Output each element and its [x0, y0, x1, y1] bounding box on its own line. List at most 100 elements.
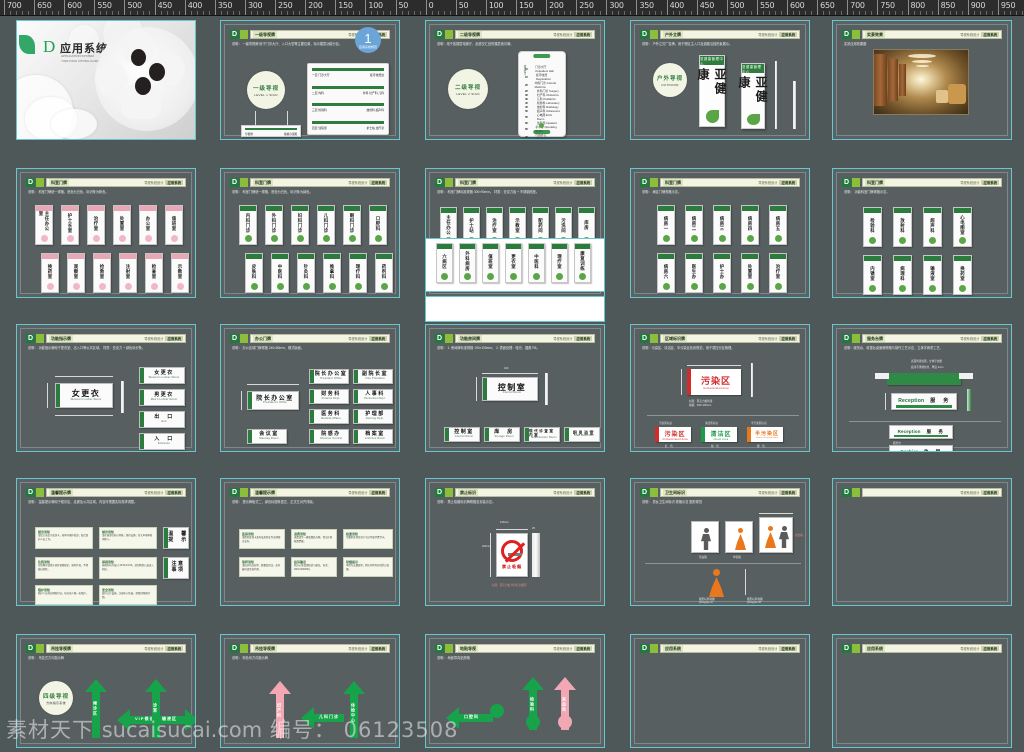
artboard-prohibition-sign[interactable]: D 禁止标识 导视系统设计 应用系统 说明： 禁止吸烟标识牌规格及安装示意。 1… — [425, 478, 605, 606]
artboard-level1-sign[interactable]: D 一级导视牌 导视系统设计 应用系统 说明： 一级导视牌 用于门诊大厅、入口大… — [220, 20, 400, 140]
level1-panel-row: 四层 住院部 护士站 治疗室 — [312, 120, 384, 130]
notice-body: 探视时间为每日 15:00-19:00，请勿携带儿童进入病区。 — [102, 564, 154, 571]
artboard-door-signs-green-b[interactable]: D 科室门牌 导视系统设计 应用系统 说明： 病区门牌规格示意。 病房一 病房二… — [630, 168, 810, 298]
brand-mark-icon — [445, 488, 453, 497]
page-meta-a: 导视系统设计 — [144, 181, 164, 185]
horizontal-ruler[interactable]: 700 650 600 550 500 450 400 350 300 250 200 150 100 5… — [0, 0, 1024, 16]
page-header: D 温馨提示牌 导视系统设计 应用系统 — [230, 487, 390, 498]
brand-logo: D — [26, 488, 35, 497]
door-sign: 处置室 — [113, 205, 131, 245]
artboard-door-signs-green-a[interactable]: D 科室门牌 导视系统设计 应用系统 说明： 科室门牌统一规格，底色为白色，标识… — [220, 168, 400, 298]
level1-panel-row: 一层 门诊大厅 挂号收费处 — [312, 68, 384, 77]
ruler-tick — [455, 0, 457, 15]
artboard-restroom-signs[interactable]: D 卫生间标识 导视系统设计 应用系统 说明： 男女卫生间标识 规格示意 图形规… — [630, 478, 810, 606]
artboard-reception-signs[interactable]: D 服务台牌 导视系统设计 应用系统 说明：服务台、收银台桌面牌规格与制作工艺示… — [832, 324, 1012, 452]
door-sign-label: 抢救室 — [100, 263, 105, 279]
zone-label-en: Semi-contaminated — [755, 437, 779, 439]
artboard-blank-r5c4[interactable]: D 应用系统 导视系统设计 应用系统 — [630, 634, 810, 748]
ruler-tick-label: 700 — [7, 1, 22, 10]
ruler-tick-label: 0 — [428, 1, 434, 10]
artboard-blank-r5c5[interactable]: D 应用系统 导视系统设计 应用系统 — [832, 634, 1012, 748]
artboard-arrows-a[interactable]: D 吊挂导视牌 导视系统设计 应用系统 说明： 吊挂式方向指示牌 四级导视 方向… — [16, 634, 196, 748]
page-meta-a: 导视系统设计 — [553, 491, 573, 495]
level1-panel-row: 三层 检验科 放射科 超声科 — [312, 103, 384, 112]
chapter-number-badge: 1 应用系统规范 — [355, 27, 381, 53]
brand-mark-icon — [240, 644, 248, 653]
page-meta-b: 应用系统 — [369, 490, 387, 495]
chapter-circle-cn: 一级导视 — [252, 85, 279, 92]
directory-row: 1F 门诊大厅 Outpatient Hall — [525, 65, 560, 73]
door-sign-label: 药剂科 — [382, 263, 387, 279]
brand-mark-icon — [650, 488, 658, 497]
artboard-cover[interactable]: D 应用系统 APPLICATION SYSTEM YINGYONG XITON… — [16, 20, 196, 140]
artboard-zone-signs[interactable]: D 区域标识牌 导视系统设计 应用系统 说明：污染区、清洁区、半污染区色彩规范，… — [630, 324, 810, 452]
page-note: 说明： 功能指示牌用于更衣室、出入口等公共区域。 材质：亚克力 + 绿色标识条。 — [28, 346, 145, 350]
cover-title-en-2: YINGYONG XITONG GUIFAN — [61, 58, 102, 63]
notice-body: 事项 — [171, 567, 185, 573]
door-sign-label: 换药室 — [960, 265, 966, 281]
artboard-arrows-c[interactable]: D 地贴导视 导视系统设计 应用系统 说明： 地面导向贴规格 口腔科 检验科 采… — [425, 634, 605, 748]
door-sign-label: 检查室 — [152, 263, 157, 279]
ruler-tick-label: 550 — [97, 1, 112, 10]
arrow-label: 口腔科 — [464, 714, 479, 719]
page-meta-b: 应用系统 — [165, 180, 183, 185]
artboard-notice-panels-a[interactable]: D 温馨提示牌 导视系统设计 应用系统 说明： 温馨提示牌用于候诊区、走廊及公共… — [16, 478, 196, 606]
ruler-tick-label: 850 — [940, 1, 956, 10]
artboard-office-signs[interactable]: D 办公门牌 导视系统设计 应用系统 说明： 办公区域门牌规格 240×80mm… — [220, 324, 400, 452]
brand-logo: D — [435, 488, 444, 497]
door-sign: 护士办 — [713, 253, 731, 293]
artboard-outdoor-banner[interactable]: D 户外立牌 导视系统设计 应用系统 说明： 户外立式广告牌，用于院区主入口及道… — [630, 20, 810, 140]
pictogram-female — [709, 569, 724, 597]
ruler-tick-label: 700 — [850, 1, 865, 10]
office-sign: 院长办公室 President Office — [309, 369, 349, 384]
artboard-door-signs-pink[interactable]: D 科室门牌 导视系统设计 应用系统 说明： 科室门牌统一规格，底色为白色，标识… — [16, 168, 196, 298]
sign-label-cn: 服 务 — [930, 397, 950, 404]
ruler-tick — [516, 0, 517, 15]
notice-body: 请核对药品名称、数量及用法，如有疑问请咨询药师。 — [242, 564, 281, 571]
zone-sign: 清洁区 Clean Area — [701, 427, 737, 442]
zone-caption: 污染区标识 — [659, 422, 672, 425]
page-meta-b: 应用系统 — [165, 336, 183, 341]
arrow-up-sign: 体检中心 — [343, 681, 365, 738]
function-sign: 出 口 Exit — [139, 411, 185, 428]
office-sign: 档案室 Archives Room — [353, 429, 393, 444]
artboard-photo-corridor[interactable]: D 实景效果 导视系统设计 应用系统 实景应用效果图 — [832, 20, 1012, 140]
notice-panel: 取药须知 请核对药品名称、数量及用法，如有疑问请咨询药师。 — [239, 557, 285, 577]
notice-body: 空腹检查项目请于当日早晨禁食禁水。 — [346, 536, 387, 539]
ruler-tick — [485, 0, 487, 15]
page-meta-a: 导视系统设计 — [348, 647, 368, 651]
door-sign: 医生办 — [685, 253, 703, 293]
brand-mark-icon — [650, 334, 658, 343]
brand-logo: D — [842, 488, 851, 497]
artboard-control-room[interactable]: D 功能房间牌 导视系统设计 应用系统 说明： 1. 房间牌标准规格 190×1… — [425, 324, 605, 452]
zone-sign: 污染区 Contaminated Area — [655, 427, 691, 442]
zone-label-cn: 污染区 — [664, 431, 686, 438]
pictogram-caption: 图形标准制图 pictogram A — [699, 598, 715, 604]
door-sign: 推拿科 — [323, 253, 341, 293]
door-sign: 检验科 — [863, 207, 882, 247]
artboard-door-signs-green-c[interactable]: D 科室门牌 导视系统设计 应用系统 说明： 功能科室门牌规格示意。 检验科 放… — [832, 168, 1012, 298]
page-meta-b: 应用系统 — [369, 646, 387, 651]
selection-pane-upper[interactable]: 六病区 外科病房 值班室 更衣室 中医科 理疗室 康复训练 — [425, 238, 605, 292]
artboard-level2-directory[interactable]: D 二级导视牌 导视系统设计 应用系统 说明：用于各楼层电梯厅、走廊交汇处的楼层… — [425, 20, 605, 140]
zone-label-en: Contaminated Area — [703, 387, 729, 390]
page-title: 应用系统 — [663, 645, 683, 652]
page-meta-b: 应用系统 — [779, 490, 797, 495]
artboard-blank-r4c5[interactable]: D 导视系统设计 应用系统 — [832, 478, 1012, 606]
artboard-locker-signs[interactable]: D 功能指示牌 导视系统设计 应用系统 说明： 功能指示牌用于更衣室、出入口等公… — [16, 324, 196, 452]
no-smoking-sign: 禁止吸烟 — [496, 533, 528, 577]
page-note: 说明： 男女卫生间标识 规格示意 图形规范 — [642, 500, 703, 504]
sign-label-en: Vice President — [365, 376, 385, 380]
brand-mark-icon — [36, 644, 44, 653]
artboard-arrows-b[interactable]: D 吊挂导视牌 导视系统设计 应用系统 说明： 粉色系方向指示牌 妇产科 儿科门… — [220, 634, 400, 748]
page-header: D 应用系统 导视系统设计 应用系统 — [842, 643, 1002, 654]
selection-pane-lower[interactable] — [425, 296, 605, 322]
ruler-tick-label: 600 — [790, 1, 805, 10]
door-sign: 针灸科 — [297, 253, 315, 293]
ruler-tick — [967, 0, 969, 15]
page-note: 说明： 禁止吸烟标识牌规格及安装示意。 — [437, 500, 496, 504]
design-canvas[interactable]: D 应用系统 APPLICATION SYSTEM YINGYONG XITON… — [0, 16, 1024, 752]
brand-mark-icon — [36, 178, 44, 187]
cover-photo — [95, 27, 195, 131]
artboard-notice-panels-b[interactable]: D 温馨提示牌 导视系统设计 应用系统 说明： 提示牌版式二，绿色标题条居左，正… — [220, 478, 400, 606]
